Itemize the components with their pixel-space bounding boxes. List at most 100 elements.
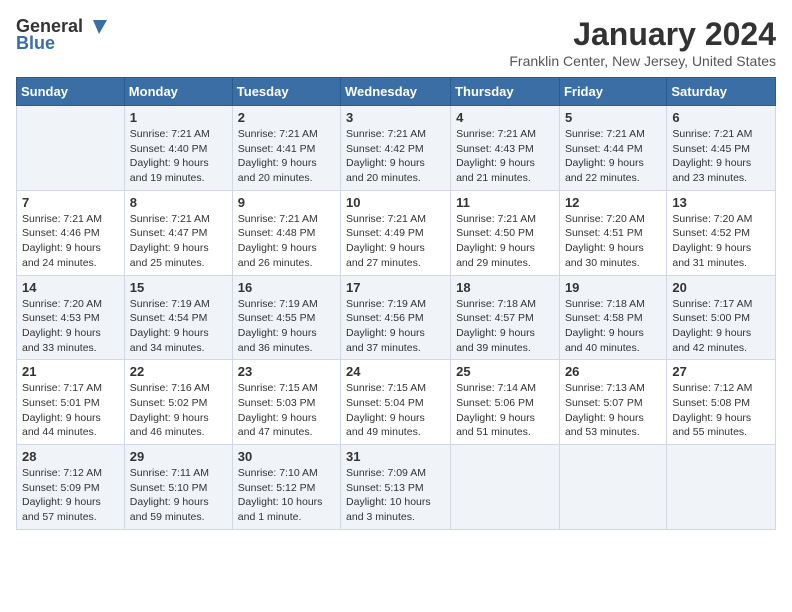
calendar-cell: 20Sunrise: 7:17 AMSunset: 5:00 PMDayligh… — [667, 275, 776, 360]
day-info-line: Daylight: 9 hours — [130, 156, 227, 171]
calendar-cell: 6Sunrise: 7:21 AMSunset: 4:45 PMDaylight… — [667, 106, 776, 191]
day-info-line: and 39 minutes. — [456, 341, 554, 356]
header-cell-monday: Monday — [124, 78, 232, 106]
week-row-2: 7Sunrise: 7:21 AMSunset: 4:46 PMDaylight… — [17, 190, 776, 275]
day-info-line: Daylight: 9 hours — [346, 411, 445, 426]
day-number: 29 — [130, 449, 227, 464]
calendar-cell: 4Sunrise: 7:21 AMSunset: 4:43 PMDaylight… — [451, 106, 560, 191]
day-info-line: Sunrise: 7:17 AM — [672, 297, 770, 312]
calendar-cell: 17Sunrise: 7:19 AMSunset: 4:56 PMDayligh… — [341, 275, 451, 360]
day-info-line: Sunrise: 7:17 AM — [22, 381, 119, 396]
calendar-cell: 8Sunrise: 7:21 AMSunset: 4:47 PMDaylight… — [124, 190, 232, 275]
day-info-line: and 36 minutes. — [238, 341, 335, 356]
calendar-cell: 10Sunrise: 7:21 AMSunset: 4:49 PMDayligh… — [341, 190, 451, 275]
day-info-line: Daylight: 9 hours — [130, 495, 227, 510]
day-info-line: and 55 minutes. — [672, 425, 770, 440]
calendar-cell: 5Sunrise: 7:21 AMSunset: 4:44 PMDaylight… — [559, 106, 666, 191]
day-info-line: and 53 minutes. — [565, 425, 661, 440]
calendar-cell: 12Sunrise: 7:20 AMSunset: 4:51 PMDayligh… — [559, 190, 666, 275]
day-info: Sunrise: 7:12 AMSunset: 5:08 PMDaylight:… — [672, 381, 770, 440]
calendar-cell: 18Sunrise: 7:18 AMSunset: 4:57 PMDayligh… — [451, 275, 560, 360]
day-info-line: Daylight: 9 hours — [238, 411, 335, 426]
day-info-line: Sunset: 4:46 PM — [22, 226, 119, 241]
day-info-line: Sunrise: 7:10 AM — [238, 466, 335, 481]
day-info: Sunrise: 7:19 AMSunset: 4:56 PMDaylight:… — [346, 297, 445, 356]
day-info: Sunrise: 7:15 AMSunset: 5:03 PMDaylight:… — [238, 381, 335, 440]
day-info-line: Sunset: 4:48 PM — [238, 226, 335, 241]
day-info-line: and 29 minutes. — [456, 256, 554, 271]
day-info-line: Sunset: 4:52 PM — [672, 226, 770, 241]
day-info-line: Sunrise: 7:18 AM — [456, 297, 554, 312]
header-cell-sunday: Sunday — [17, 78, 125, 106]
day-info-line: Sunset: 5:13 PM — [346, 481, 445, 496]
day-info: Sunrise: 7:10 AMSunset: 5:12 PMDaylight:… — [238, 466, 335, 525]
day-info-line: and 33 minutes. — [22, 341, 119, 356]
day-info-line: Sunrise: 7:09 AM — [346, 466, 445, 481]
calendar-cell: 11Sunrise: 7:21 AMSunset: 4:50 PMDayligh… — [451, 190, 560, 275]
day-number: 2 — [238, 110, 335, 125]
day-info-line: Sunset: 4:47 PM — [130, 226, 227, 241]
calendar-cell — [17, 106, 125, 191]
title-block: January 2024 Franklin Center, New Jersey… — [509, 16, 776, 69]
calendar-cell: 2Sunrise: 7:21 AMSunset: 4:41 PMDaylight… — [232, 106, 340, 191]
day-info-line: Daylight: 9 hours — [346, 241, 445, 256]
day-info-line: Daylight: 9 hours — [565, 326, 661, 341]
day-info-line: Daylight: 9 hours — [130, 411, 227, 426]
day-info: Sunrise: 7:21 AMSunset: 4:47 PMDaylight:… — [130, 212, 227, 271]
day-info-line: Daylight: 9 hours — [456, 156, 554, 171]
day-info-line: Sunset: 4:51 PM — [565, 226, 661, 241]
day-info-line: Sunrise: 7:19 AM — [238, 297, 335, 312]
day-info: Sunrise: 7:21 AMSunset: 4:49 PMDaylight:… — [346, 212, 445, 271]
day-number: 28 — [22, 449, 119, 464]
day-number: 31 — [346, 449, 445, 464]
day-info-line: Daylight: 9 hours — [22, 495, 119, 510]
calendar-cell: 1Sunrise: 7:21 AMSunset: 4:40 PMDaylight… — [124, 106, 232, 191]
day-info-line: Sunrise: 7:15 AM — [238, 381, 335, 396]
day-info-line: Sunrise: 7:15 AM — [346, 381, 445, 396]
day-info-line: Daylight: 9 hours — [672, 326, 770, 341]
day-info-line: Daylight: 9 hours — [130, 241, 227, 256]
calendar-cell — [559, 445, 666, 530]
day-info-line: Sunrise: 7:16 AM — [130, 381, 227, 396]
calendar-cell: 26Sunrise: 7:13 AMSunset: 5:07 PMDayligh… — [559, 360, 666, 445]
page-container: General Blue January 2024 Franklin Cente… — [0, 0, 792, 538]
day-info-line: and 23 minutes. — [672, 171, 770, 186]
calendar-cell: 31Sunrise: 7:09 AMSunset: 5:13 PMDayligh… — [341, 445, 451, 530]
calendar-cell: 27 Sunrise: 7:12 AMSunset: 5:08 PMDayligh… — [667, 360, 776, 445]
day-info-line: and 22 minutes. — [565, 171, 661, 186]
day-number: 19 — [565, 280, 661, 295]
day-info-line: Sunset: 4:54 PM — [130, 311, 227, 326]
day-info-line: Sunrise: 7:21 AM — [346, 127, 445, 142]
day-number: 26 — [565, 364, 661, 379]
location: Franklin Center, New Jersey, United Stat… — [509, 53, 776, 69]
day-info-line: and 34 minutes. — [130, 341, 227, 356]
day-info-line: and 46 minutes. — [130, 425, 227, 440]
calendar-cell: 28Sunrise: 7:12 AMSunset: 5:09 PMDayligh… — [17, 445, 125, 530]
day-info: Sunrise: 7:21 AMSunset: 4:48 PMDaylight:… — [238, 212, 335, 271]
calendar-cell: 30Sunrise: 7:10 AMSunset: 5:12 PMDayligh… — [232, 445, 340, 530]
day-number: 22 — [130, 364, 227, 379]
calendar-cell: 29 Sunrise: 7:11 AMSunset: 5:10 PMDayligh… — [124, 445, 232, 530]
day-number: 21 — [22, 364, 119, 379]
calendar-cell: 3Sunrise: 7:21 AMSunset: 4:42 PMDaylight… — [341, 106, 451, 191]
day-info-line: Sunrise: 7:21 AM — [130, 127, 227, 142]
header-cell-tuesday: Tuesday — [232, 78, 340, 106]
day-info-line: Daylight: 9 hours — [22, 411, 119, 426]
day-info: Sunrise: 7:11 AMSunset: 5:10 PMDaylight:… — [130, 466, 227, 525]
day-info-line: and 31 minutes. — [672, 256, 770, 271]
day-info-line: Sunset: 5:00 PM — [672, 311, 770, 326]
header-cell-wednesday: Wednesday — [341, 78, 451, 106]
day-info-line: and 21 minutes. — [456, 171, 554, 186]
day-info-line: Sunset: 4:49 PM — [346, 226, 445, 241]
day-info-line: Sunset: 4:55 PM — [238, 311, 335, 326]
day-info-line: Sunset: 4:58 PM — [565, 311, 661, 326]
day-info-line: Daylight: 9 hours — [130, 326, 227, 341]
day-info-line: Sunset: 5:01 PM — [22, 396, 119, 411]
day-number: 27 — [672, 364, 770, 379]
day-info: Sunrise: 7:21 AMSunset: 4:43 PMDaylight:… — [456, 127, 554, 186]
day-info: Sunrise: 7:20 AMSunset: 4:53 PMDaylight:… — [22, 297, 119, 356]
header-row: SundayMondayTuesdayWednesdayThursdayFrid… — [17, 78, 776, 106]
day-info: Sunrise: 7:17 AMSunset: 5:01 PMDaylight:… — [22, 381, 119, 440]
day-info-line: Daylight: 9 hours — [346, 326, 445, 341]
day-info-line: and 57 minutes. — [22, 510, 119, 525]
